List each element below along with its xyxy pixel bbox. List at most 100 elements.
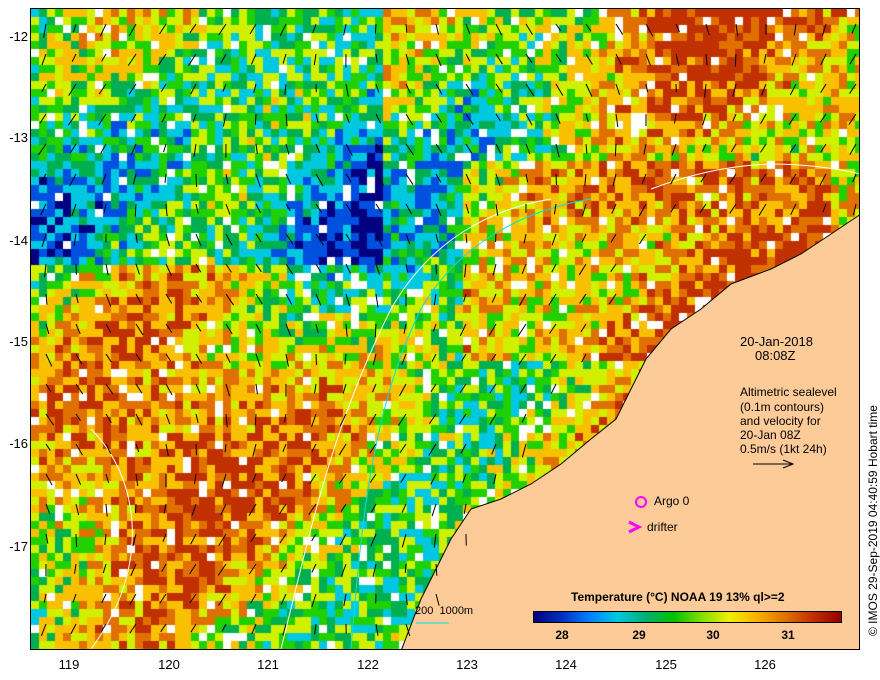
velocity-arrow [405,263,409,273]
velocity-arrow [555,143,560,158]
velocity-arrow [585,113,589,123]
velocity-arrow [193,143,197,158]
velocity-arrow [40,173,47,183]
velocity-arrow [431,503,437,517]
velocity-arrow [225,233,233,246]
velocity-arrow [190,83,197,95]
velocity-arrow [345,233,352,242]
colorbar-label: 29 [632,628,646,642]
velocity-arrow [71,53,77,62]
velocity-arrow [553,203,557,215]
velocity-arrow [345,263,351,274]
velocity-arrow [585,83,593,97]
velocity-arrow [760,173,767,182]
velocity-arrow [403,323,407,334]
velocity-arrow [700,173,707,183]
velocity-arrow [495,143,502,154]
velocity-arrow [555,53,562,63]
velocity-arrow [401,353,407,366]
velocity-arrow [221,623,227,632]
velocity-arrow [852,173,857,183]
velocity-arrow [68,83,77,96]
velocity-arrow [699,203,707,214]
velocity-arrow [135,293,141,304]
velocity-arrow [374,23,377,34]
velocity-arrow [190,533,197,545]
velocity-arrow [460,443,467,454]
velocity-arrow [221,473,227,487]
velocity-arrow [75,323,81,335]
velocity-arrow [518,353,527,366]
velocity-arrow [314,623,317,635]
velocity-arrow [165,443,169,457]
velocity-arrow [375,173,384,186]
velocity-arrow [643,143,647,155]
velocity-arrow [188,53,197,66]
velocity-arrow [45,443,51,451]
velocity-arrow [435,143,443,154]
velocity-arrow [283,413,287,423]
x-tick: 119 [58,657,80,672]
velocity-arrow [41,53,47,66]
velocity-arrow [400,473,407,483]
velocity-arrow [705,53,708,66]
x-tick: 124 [555,657,577,672]
velocity-arrow [225,383,231,397]
velocity-arrow [465,83,474,95]
velocity-arrow [345,293,350,307]
desc-line: 0.5m/s (1kt 24h) [740,442,827,456]
velocity-arrow [251,473,257,483]
velocity-arrow [820,113,827,123]
velocity-arrow [105,263,109,276]
velocity-arrow [75,353,83,365]
velocity-arrow [129,623,137,634]
velocity-arrow [105,443,112,455]
velocity-arrow [40,623,47,636]
velocity-arrow [75,533,78,548]
velocity-arrow [251,623,257,635]
velocity-arrow [761,83,767,96]
velocity-arrow [45,533,49,544]
velocity-arrow [45,323,50,335]
velocity-arrow [165,203,168,217]
colorbar-label: 28 [555,628,569,642]
velocity-arrow [821,23,827,37]
velocity-arrow [822,203,827,213]
velocity-arrow [338,443,347,456]
velocity-arrow [312,23,317,34]
velocity-arrow [165,383,173,396]
velocity-arrow [433,533,437,548]
velocity-arrow [581,353,587,363]
velocity-arrow [165,353,172,362]
velocity-arrow [69,173,77,187]
sst-map[interactable] [30,8,860,650]
velocity-arrow [163,143,167,153]
velocity-arrow [435,203,442,216]
velocity-arrow [253,83,257,94]
velocity-arrow [495,53,503,65]
velocity-arrow [217,563,227,576]
velocity-arrow [135,323,144,336]
velocity-arrow [225,173,229,185]
velocity-arrow [255,233,262,243]
velocity-arrow [103,203,107,213]
velocity-arrow [75,383,84,395]
credit-text: © IMOS 29-Sep-2019 04:40:59 Hobart time [866,405,880,636]
velocity-arrow [314,383,317,394]
velocity-arrow [465,203,470,214]
desc-line: and velocity for [740,414,821,428]
velocity-arrow [311,443,317,452]
velocity-arrow [282,443,287,453]
velocity-arrow [375,53,378,63]
velocity-arrow [225,203,231,215]
x-tick: 125 [655,657,677,672]
velocity-arrow [404,563,407,573]
velocity-arrow [255,203,261,214]
velocity-arrow [75,413,81,422]
velocity-arrow [405,593,408,606]
colorbar-label: 31 [781,628,795,642]
velocity-arrow [432,323,437,332]
velocity-arrow [368,413,377,426]
velocity-arrow [585,53,593,65]
velocity-arrow [548,293,557,306]
